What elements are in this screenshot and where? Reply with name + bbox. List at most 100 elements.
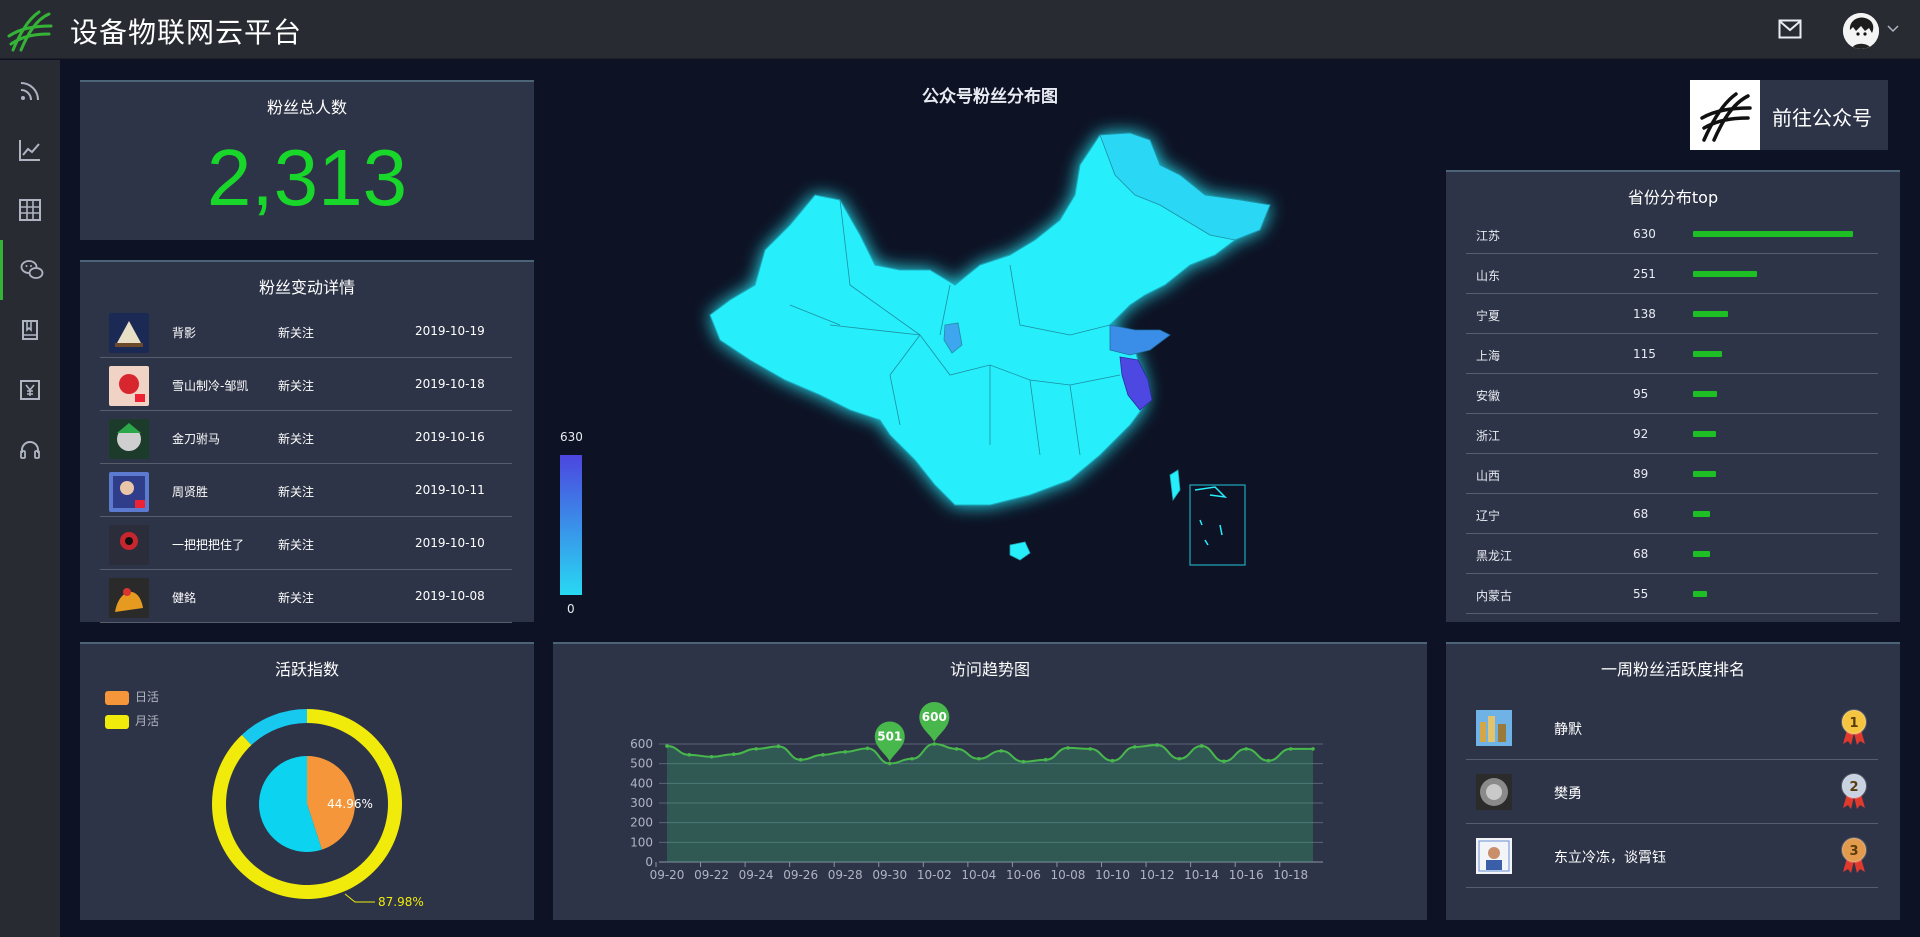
province-row[interactable]: 江苏 630 — [1466, 214, 1878, 254]
rss-icon — [20, 82, 39, 101]
rank-name: 东立冷冻，谈霄钰 — [1554, 850, 1666, 866]
x-tick-label: 10-10 — [1095, 868, 1130, 882]
fan-changes-panel: 粉丝变动详情 背影 新关注 2019-10-19 雪山制冷-邹凯 新关注 2019-10-… — [80, 260, 534, 623]
sidebar-item-wechat[interactable] — [0, 240, 60, 300]
fan-date: 2019-10-10 — [415, 536, 485, 550]
province-name: 山西 — [1476, 469, 1501, 483]
sidebar-item-support[interactable] — [0, 420, 60, 480]
trend-point — [1311, 747, 1315, 751]
chevron-down-icon[interactable] — [1887, 23, 1899, 33]
province-row[interactable]: 内蒙古 55 — [1466, 574, 1878, 614]
fan-action: 新关注 — [278, 485, 315, 499]
sidebar-item-finance[interactable] — [0, 360, 60, 420]
x-tick-label: 09-26 — [783, 868, 818, 882]
donut-monthly-rest[interactable] — [241, 709, 307, 746]
province-row[interactable]: 山西 89 — [1466, 454, 1878, 494]
province-name: 安徽 — [1476, 389, 1501, 403]
province-bar — [1693, 471, 1716, 477]
x-tick-label: 09-22 — [694, 868, 729, 882]
yuan-icon — [20, 380, 40, 400]
trend-point — [887, 761, 892, 766]
rank-row[interactable]: 樊勇 2 — [1466, 760, 1878, 824]
mail-icon[interactable] — [1778, 19, 1802, 39]
rank-avatar — [1476, 838, 1512, 874]
fan-change-row[interactable]: 金刀驸马 新关注 2019-10-16 — [100, 411, 512, 464]
province-bar — [1693, 271, 1757, 277]
medal-rank: 1 — [1849, 716, 1858, 731]
visit-trend-panel: 访问趋势图 0 100 200 300 400 500 600 09-20 09-22 09-24… — [553, 642, 1427, 920]
province-row[interactable]: 上海 115 — [1466, 334, 1878, 374]
fan-avatar — [109, 472, 149, 512]
province-top-panel: 省份分布top 江苏 630 山东 251 宁夏 138 上海 115 安徽 95 浙江 92 山西 89… — [1446, 170, 1900, 622]
trend-point — [1155, 743, 1159, 747]
x-tick-label: 10-16 — [1229, 868, 1264, 882]
trend-point — [776, 744, 781, 749]
province-bar — [1693, 431, 1716, 437]
rank-name: 樊勇 — [1554, 786, 1582, 802]
trend-point — [1177, 756, 1182, 761]
rank-row[interactable]: 静默 1 — [1466, 696, 1878, 760]
fan-action: 新关注 — [278, 538, 315, 552]
fan-change-row[interactable]: 一把把把住了 新关注 2019-10-10 — [100, 517, 512, 570]
rank-row[interactable]: 东立冷冻，谈霄钰 3 — [1466, 824, 1878, 888]
grid-table-icon — [19, 199, 41, 221]
province-row[interactable]: 辽宁 68 — [1466, 494, 1878, 534]
x-tick-label: 10-06 — [1006, 868, 1041, 882]
trend-point — [1199, 744, 1204, 748]
trend-point — [843, 750, 848, 754]
province-row[interactable]: 安徽 95 — [1466, 374, 1878, 414]
wechat-icon — [20, 260, 43, 279]
sidebar-item-rss[interactable] — [0, 61, 60, 121]
fan-name: 雪山制冷-邹凯 — [172, 379, 249, 393]
province-name: 江苏 — [1476, 229, 1501, 243]
fan-change-row[interactable]: 健銘 新关注 2019-10-08 — [100, 570, 512, 623]
province-value: 92 — [1633, 427, 1649, 441]
user-avatar[interactable] — [1843, 13, 1879, 49]
sidebar-item-chart[interactable] — [0, 120, 60, 180]
fan-change-row[interactable]: 周贤胜 新关注 2019-10-11 — [100, 464, 512, 517]
goto-account-button[interactable]: 前往公众号 — [1690, 80, 1888, 150]
x-tick-label: 09-24 — [739, 868, 774, 882]
fan-name: 周贤胜 — [172, 485, 209, 499]
weekly-rank-panel: 一周粉丝活跃度排名 静默 1 樊勇 2 东立冷冻，谈霄钰 3 — [1446, 642, 1900, 920]
province-name: 山东 — [1476, 269, 1501, 283]
trend-point — [709, 754, 714, 759]
fan-change-row[interactable]: 背影 新关注 2019-10-19 — [100, 305, 512, 358]
province-value: 89 — [1633, 467, 1649, 481]
trend-point — [732, 752, 736, 757]
trend-point — [1288, 747, 1293, 751]
province-bar — [1693, 511, 1710, 517]
province-name: 辽宁 — [1476, 509, 1501, 523]
sidebar-item-table[interactable] — [0, 180, 60, 240]
trend-point — [1043, 757, 1048, 762]
province-row[interactable]: 宁夏 138 — [1466, 294, 1878, 334]
trend-point — [1066, 746, 1070, 750]
fan-change-row[interactable]: 雪山制冷-邹凯 新关注 2019-10-18 — [100, 358, 512, 411]
logo-icon[interactable] — [5, 6, 55, 52]
y-tick-label: 600 — [630, 737, 653, 751]
province-row[interactable]: 浙江 92 — [1466, 414, 1878, 454]
visit-trend-chart[interactable]: 0 100 200 300 400 500 600 09-20 09-22 09-24 09-26 0… — [553, 644, 1427, 922]
y-tick-label: 400 — [630, 776, 653, 790]
x-tick-label: 10-08 — [1051, 868, 1086, 882]
visual-map-bar[interactable] — [560, 455, 582, 595]
province-name: 宁夏 — [1476, 309, 1501, 323]
fans-total-value: 2,313 — [206, 133, 408, 222]
donut-monthly-arc[interactable] — [212, 709, 403, 899]
province-row[interactable]: 山东 251 — [1466, 254, 1878, 294]
app-title: 设备物联网云平台 — [70, 16, 303, 49]
marker-label: 600 — [922, 710, 947, 724]
trend-point — [798, 757, 803, 762]
china-map — [709, 132, 1271, 566]
province-value: 95 — [1633, 387, 1649, 401]
province-bar — [1693, 231, 1853, 237]
fan-changes-title: 粉丝变动详情 — [258, 278, 355, 297]
medal-icon: 2 — [1841, 773, 1867, 809]
rank-avatar — [1476, 774, 1512, 810]
province-value: 115 — [1633, 347, 1656, 361]
province-row[interactable]: 黑龙江 68 — [1466, 534, 1878, 574]
fan-name: 一把把把住了 — [172, 538, 245, 552]
province-value: 68 — [1633, 547, 1649, 561]
sidebar-item-book[interactable] — [0, 300, 60, 360]
fan-avatar — [109, 525, 149, 565]
